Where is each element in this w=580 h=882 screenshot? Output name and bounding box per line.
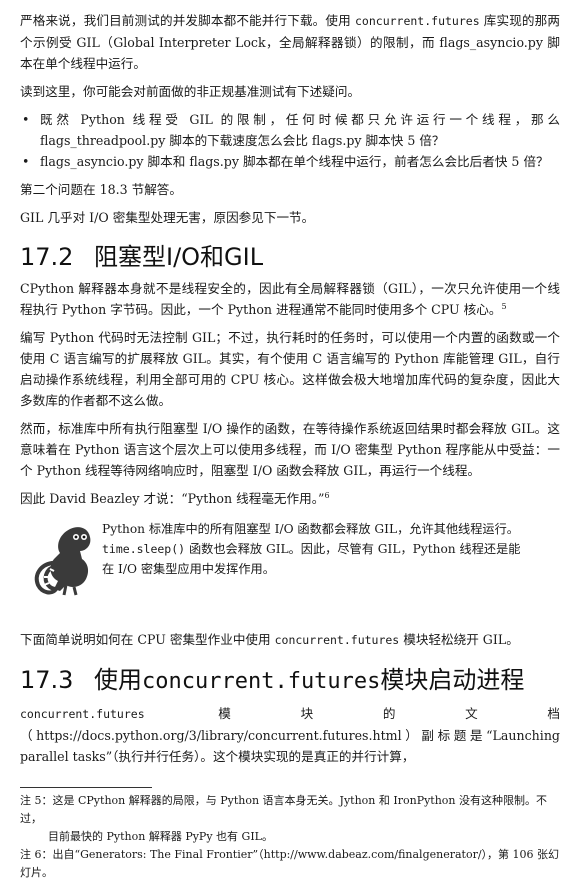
section-heading-17-2: 17.2 阻塞型I/O和GIL <box>20 243 264 271</box>
section-17-2-paragraph-1: CPython 解释器本身就不是线程安全的，因此有全局解释器锁（GIL），一次只… <box>20 281 560 317</box>
section-heading-17-3: 17.3 使用concurrent.futures模块启动进程 <box>20 666 525 694</box>
tip-text: Python 标准库中的所有阻塞型 I/O 函数都会释放 GIL，允许其他线程运… <box>102 522 521 576</box>
inline-code: concurrent.futures <box>20 707 145 721</box>
lemur-icon <box>34 527 91 596</box>
intro-paragraph-4: GIL 几乎对 I/O 密集型处理无害，原因参见下一节。 <box>20 210 315 225</box>
footnote-ref[interactable]: 5 <box>501 302 506 311</box>
footnote-5: 注 5：这是 CPython 解释器的局限，与 Python 语言本身无关。Jy… <box>20 794 548 825</box>
footnote-6: 注 6：出自“Generators: The Final Frontier”（h… <box>20 848 560 879</box>
list-item: • 既然 Python 线程受 GIL 的限制，任何时候都只允许运行一个线程，那么… <box>22 112 560 148</box>
footnote-5-cont: 目前最快的 Python 解释器 PyPy 也有 GIL。 <box>48 830 273 843</box>
intro-paragraph-1: 严格来说，我们目前测试的并发脚本都不能并行下载。使用 concurrent.fu… <box>20 13 560 71</box>
footnotes: 注 5：这是 CPython 解释器的局限，与 Python 语言本身无关。Jy… <box>20 792 560 882</box>
tip-note: Python 标准库中的所有阻塞型 I/O 函数都会释放 GIL，允许其他线程运… <box>20 519 560 601</box>
inline-code: concurrent.futures <box>355 14 480 28</box>
section-17-2-paragraph-3: 然而，标准库中所有执行阻塞型 I/O 操作的函数，在等待操作系统返回结果时都会释… <box>20 421 560 478</box>
section-17-2-paragraph-4: 因此 David Beazley 才说：“Python 线程毫无作用。”6 <box>20 490 330 506</box>
section-17-2-paragraph-5: 下面简单说明如何在 CPU 密集型作业中使用 concurrent.future… <box>20 632 519 647</box>
inline-code: concurrent.futures <box>274 633 400 647</box>
question-list: • 既然 Python 线程受 GIL 的限制，任何时候都只允许运行一个线程，那么… <box>20 109 560 172</box>
section-17-3-paragraph-1: concurrent.futures 模块的文档（https://docs.py… <box>20 706 560 764</box>
section-17-2-paragraph-2: 编写 Python 代码时无法控制 GIL；不过，执行耗时的任务时，可以使用一个… <box>20 330 560 408</box>
intro-paragraph-2: 读到这里，你可能会对前面做的非正规基准测试有下述疑问。 <box>20 84 361 99</box>
footnote-ref[interactable]: 6 <box>324 491 329 500</box>
inline-code: time.sleep() <box>102 542 186 556</box>
book-page: 严格来说，我们目前测试的并发脚本都不能并行下载。使用 concurrent.fu… <box>20 10 560 882</box>
intro-paragraph-3: 第二个问题在 18.3 节解答。 <box>20 182 182 197</box>
list-item: • flags_asyncio.py 脚本和 flags.py 脚本都在单个线程中… <box>22 154 549 169</box>
